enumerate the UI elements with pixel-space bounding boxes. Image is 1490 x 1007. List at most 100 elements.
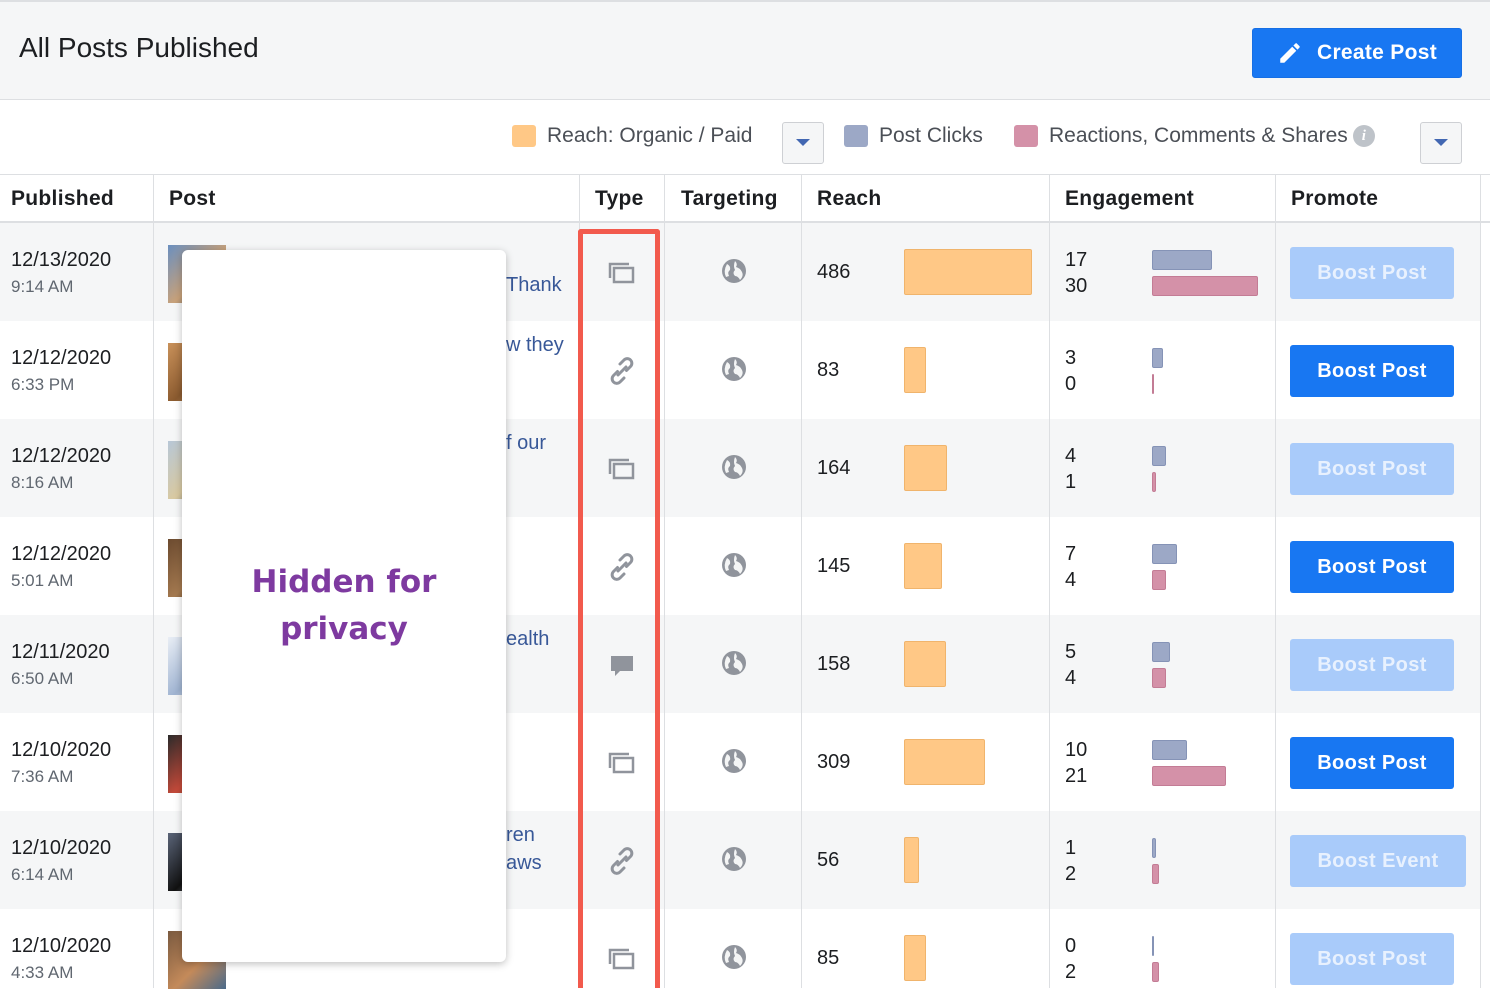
globe-icon — [721, 650, 747, 676]
col-targeting: Targeting — [681, 187, 778, 210]
legend-reactions-label: Reactions, Comments & Shares — [1049, 124, 1348, 147]
status-icon — [606, 649, 638, 681]
reach-bar — [904, 837, 919, 883]
reactions-value: 4 — [1065, 667, 1077, 689]
reach-value: 145 — [817, 555, 851, 577]
published-time: 9:14 AM — [11, 277, 74, 296]
globe-icon — [721, 454, 747, 480]
col-reach[interactable]: Reach — [817, 175, 882, 223]
boost-button[interactable]: Boost Post — [1290, 933, 1454, 985]
pencil-icon — [1280, 43, 1300, 63]
published-date: 12/10/2020 — [11, 935, 112, 957]
reach-bar — [904, 347, 926, 393]
reactions-bar — [1152, 864, 1159, 884]
reach-bar — [904, 935, 926, 981]
reach-dropdown-button[interactable] — [782, 122, 824, 164]
legend-reach: Reach: Organic / Paid — [512, 124, 752, 148]
metrics-legend: Reach: Organic / Paid Post Clicks Reacti… — [0, 100, 1490, 175]
globe-icon — [721, 944, 747, 970]
published-date: 12/10/2020 — [11, 837, 112, 859]
photo-icon — [606, 747, 638, 779]
published-date: 12/12/2020 — [11, 445, 112, 467]
column-divider — [1049, 175, 1050, 988]
published-date: 12/10/2020 — [11, 739, 112, 761]
reach-bar — [904, 249, 1032, 295]
link-icon — [606, 551, 638, 583]
reactions-value: 2 — [1065, 961, 1077, 983]
globe-icon — [721, 258, 747, 284]
post-clicks-value: 0 — [1065, 935, 1077, 957]
post-clicks-bar — [1152, 740, 1187, 760]
privacy-overlay: Hidden for privacy — [182, 250, 506, 962]
post-clicks-bar — [1152, 544, 1177, 564]
link-icon — [606, 355, 638, 387]
boost-button[interactable]: Boost Post — [1290, 345, 1454, 397]
post-snippet[interactable]: aws — [506, 852, 542, 875]
published-date: 12/13/2020 — [11, 249, 112, 271]
column-divider — [579, 175, 580, 988]
post-snippet[interactable]: ealth — [506, 628, 549, 651]
reactions-bar — [1152, 668, 1166, 688]
column-divider — [664, 175, 665, 988]
create-post-label: Create Post — [1316, 41, 1437, 64]
post-snippet[interactable]: f our — [506, 432, 546, 455]
engagement-dropdown-button[interactable] — [1420, 122, 1462, 164]
legend-clicks-label: Post Clicks — [879, 124, 983, 147]
boost-button[interactable]: Boost Post — [1290, 639, 1454, 691]
col-engagement[interactable]: Engagement — [1065, 175, 1194, 223]
reach-bar — [904, 445, 947, 491]
reactions-value: 2 — [1065, 863, 1077, 885]
post-clicks-value: 3 — [1065, 347, 1077, 369]
photo-icon — [606, 453, 638, 485]
link-icon — [606, 845, 638, 877]
chevron-down-icon — [796, 139, 810, 146]
reach-value: 85 — [817, 947, 840, 969]
reactions-swatch — [1014, 125, 1038, 147]
published-time: 5:01 AM — [11, 571, 74, 590]
column-divider — [1275, 175, 1276, 988]
boost-button[interactable]: Boost Post — [1290, 247, 1454, 299]
post-clicks-bar — [1152, 250, 1212, 270]
legend-reach-label: Reach: Organic / Paid — [547, 124, 753, 147]
col-promote: Promote — [1291, 187, 1379, 210]
published-time: 8:16 AM — [11, 473, 74, 492]
reactions-bar — [1152, 766, 1226, 786]
column-divider — [153, 175, 154, 988]
globe-icon — [721, 748, 747, 774]
reach-value: 486 — [817, 261, 851, 283]
reach-value: 83 — [817, 359, 840, 381]
boost-button[interactable]: Boost Post — [1290, 443, 1454, 495]
boost-button[interactable]: Boost Post — [1290, 737, 1454, 789]
reactions-bar — [1152, 472, 1156, 492]
reactions-bar — [1152, 276, 1258, 296]
clicks-swatch — [844, 125, 868, 147]
post-clicks-bar — [1152, 642, 1170, 662]
post-clicks-bar — [1152, 348, 1163, 368]
post-clicks-value: 7 — [1065, 543, 1077, 565]
column-divider — [1480, 175, 1481, 988]
col-published[interactable]: Published — [11, 175, 114, 223]
reach-value: 309 — [817, 751, 851, 773]
post-snippet[interactable]: Thank — [506, 274, 562, 297]
reactions-value: 30 — [1065, 275, 1088, 297]
reach-bar — [904, 739, 985, 785]
page-header: All Posts Published Create Post — [0, 0, 1490, 100]
post-clicks-value: 1 — [1065, 837, 1077, 859]
photo-icon — [606, 257, 638, 289]
reactions-value: 4 — [1065, 569, 1077, 591]
boost-button[interactable]: Boost Event — [1290, 835, 1466, 887]
info-icon[interactable]: i — [1352, 125, 1375, 147]
reach-bar — [904, 641, 946, 687]
globe-icon — [721, 356, 747, 382]
published-date: 12/11/2020 — [11, 641, 110, 663]
create-post-button[interactable]: Create Post — [1252, 28, 1462, 78]
published-time: 6:14 AM — [11, 865, 74, 884]
col-type: Type — [595, 187, 644, 210]
post-snippet[interactable]: w they — [506, 334, 564, 357]
post-clicks-value: 10 — [1065, 739, 1088, 761]
legend-clicks: Post Clicks — [844, 124, 983, 148]
published-time: 6:50 AM — [11, 669, 74, 688]
post-snippet[interactable]: ren — [506, 824, 535, 847]
boost-button[interactable]: Boost Post — [1290, 541, 1454, 593]
published-time: 6:33 PM — [11, 375, 75, 394]
